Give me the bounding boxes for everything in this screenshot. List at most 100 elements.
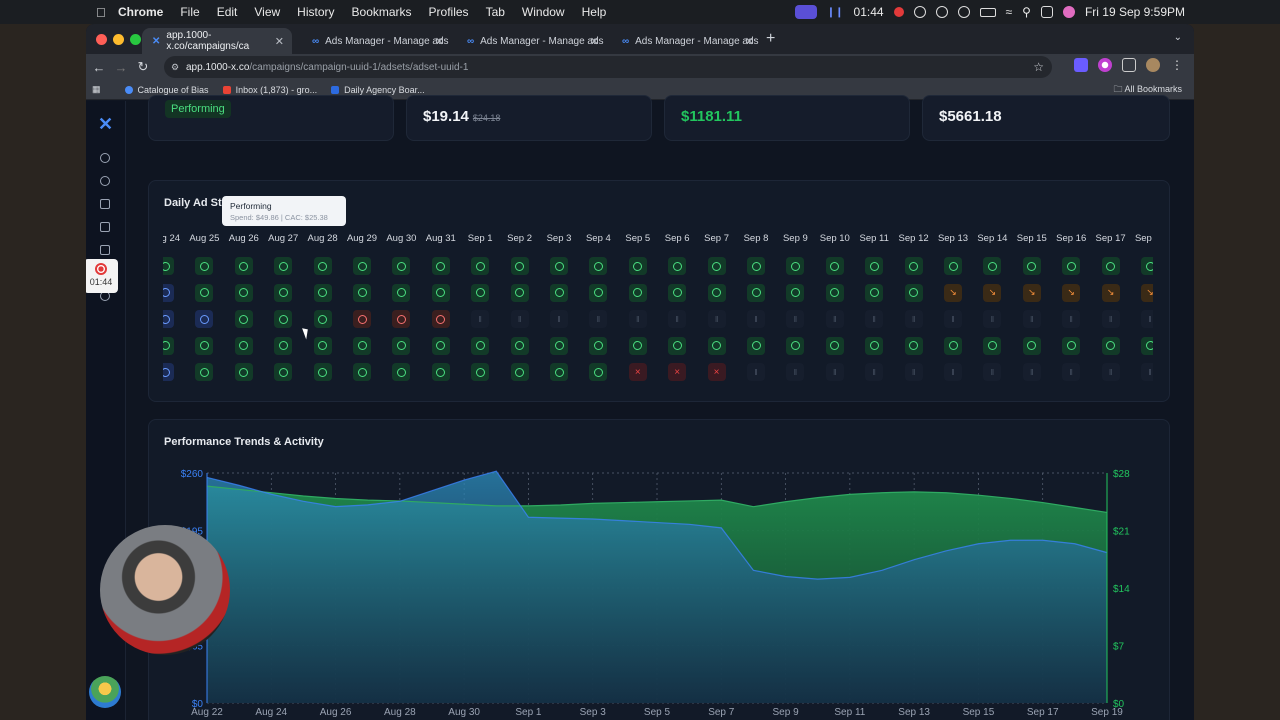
bookmark-inbox[interactable]: Inbox (1,873) - gro... [222,85,317,95]
status-cell-ok[interactable] [392,283,411,302]
target-icon[interactable] [100,176,110,186]
status-cell-ok[interactable] [431,336,450,355]
status-cell-pause[interactable] [1022,310,1041,328]
status-cell-pause[interactable] [1062,310,1081,328]
back-button[interactable]: ← [88,60,110,75]
status-cell-ok[interactable] [234,363,253,381]
status-cell-ok[interactable] [234,310,253,328]
tab-search-icon[interactable]: ⌄ [1174,32,1182,43]
status-cell-ok[interactable] [668,283,687,302]
status-cell-pause[interactable] [1141,363,1153,381]
status-cell-ok[interactable] [353,336,371,355]
status-cell-ok[interactable] [550,363,568,381]
status-cell-ok[interactable] [1141,257,1153,275]
status-cell-ok[interactable] [234,336,253,355]
status-cell-pause[interactable] [825,363,844,381]
status-cell-ok[interactable] [510,283,529,302]
status-cell-down[interactable] [983,283,1002,302]
wifi-icon[interactable]: ≈ [1006,5,1013,19]
status-cell-ok[interactable] [313,257,332,275]
status-cell-ok[interactable] [313,363,332,381]
status-cell-ok[interactable] [668,257,687,275]
new-tab-button[interactable]: + [766,30,775,48]
status-cell-ok[interactable] [550,257,568,275]
status-cell-ok[interactable] [786,257,805,275]
reload-button[interactable]: ↻ [132,59,154,75]
status-cell-pause[interactable] [1141,310,1153,328]
status-cell-ok[interactable] [944,336,962,355]
status-cell-pause[interactable] [786,363,805,381]
status-icon-1[interactable] [913,6,926,18]
status-cell-pause[interactable] [904,310,923,328]
status-cell-err[interactable] [668,363,687,381]
bar-chart-icon[interactable] [100,245,110,255]
status-cell-ok[interactable] [1101,257,1120,275]
status-cell-down[interactable] [1062,283,1081,302]
site-info-icon[interactable]: ⚙ [171,62,179,73]
address-bar[interactable]: ⚙ app.1000-x.co /campaigns/campaign-uuid… [164,56,1052,78]
status-cell-pause[interactable] [786,310,805,328]
menu-tab[interactable]: Tab [486,5,505,19]
status-cell-ok[interactable] [747,336,765,355]
status-cell-ok[interactable] [707,336,726,355]
menu-profiles[interactable]: Profiles [429,5,469,19]
status-cell-ok[interactable] [825,336,844,355]
status-cell-pause[interactable] [550,310,568,328]
status-cell-ok[interactable] [825,283,844,302]
status-cell-ok[interactable] [983,257,1002,275]
app-dock-icon[interactable] [89,676,121,708]
status-cell-pause[interactable] [865,310,884,328]
status-cell-ok[interactable] [983,336,1002,355]
status-cell-pause[interactable] [668,310,687,328]
status-cell-ok[interactable] [944,257,962,275]
status-cell-ok[interactable] [353,283,371,302]
status-cell-ok[interactable] [234,283,253,302]
bookmark-star-icon[interactable]: ☆ [1033,60,1044,74]
status-cell-pause[interactable] [983,310,1002,328]
status-cell-down[interactable] [944,283,962,302]
folder-icon[interactable] [100,222,110,232]
status-cell-down[interactable] [1022,283,1041,302]
close-tab-icon[interactable]: ✕ [745,35,754,48]
status-cell-pause[interactable] [983,363,1002,381]
status-cell-ok[interactable] [668,336,687,355]
record-icon[interactable] [893,7,904,17]
menu-app[interactable]: Chrome [118,5,163,19]
search-icon[interactable]: ⚲ [1022,5,1031,19]
status-cell-ok[interactable] [747,283,765,302]
status-cell-ok[interactable] [865,336,884,355]
menu-history[interactable]: History [297,5,334,19]
status-cell-ok[interactable] [904,336,923,355]
menu-help[interactable]: Help [582,5,607,19]
status-cell-ok[interactable] [431,283,450,302]
close-tab-icon[interactable]: ✕ [590,35,599,48]
apps-grid-icon[interactable]: ▦ [92,84,101,95]
status-cell-pause[interactable] [707,310,726,328]
status-cell-ok[interactable] [471,283,490,302]
close-tab-icon[interactable]: ✕ [275,35,284,48]
minimize-window-button[interactable] [113,34,124,45]
status-cell-ok[interactable] [195,363,214,381]
zoom-window-button[interactable] [130,34,141,45]
status-cell-ok[interactable] [313,310,332,328]
status-cell-down[interactable] [1141,283,1153,302]
status-cell-ok[interactable] [707,283,726,302]
status-cell-ok[interactable] [550,336,568,355]
status-cell-ok[interactable] [392,336,411,355]
apple-icon[interactable]:  [96,5,110,20]
bookmark-agency[interactable]: Daily Agency Boar... [331,85,425,95]
status-cell-pause[interactable] [865,363,884,381]
status-cell-ok[interactable] [313,336,332,355]
bookmark-catalogue[interactable]: Catalogue of Bias [124,85,209,95]
pause-icon[interactable]: ❙❙ [827,7,844,18]
dashboard-icon[interactable] [100,153,110,163]
forward-button[interactable]: → [110,60,132,75]
status-cell-pause[interactable] [747,310,765,328]
status-cell-ok[interactable] [825,257,844,275]
status-cell-pause[interactable] [1022,363,1041,381]
status-cell-ok[interactable] [747,257,765,275]
status-cell-ok[interactable] [313,283,332,302]
status-cell-warn[interactable] [392,310,411,328]
status-cell-ok[interactable] [471,363,490,381]
tab-3[interactable]: ∞ Ads Manager - Manage ads ✕ [457,28,607,54]
